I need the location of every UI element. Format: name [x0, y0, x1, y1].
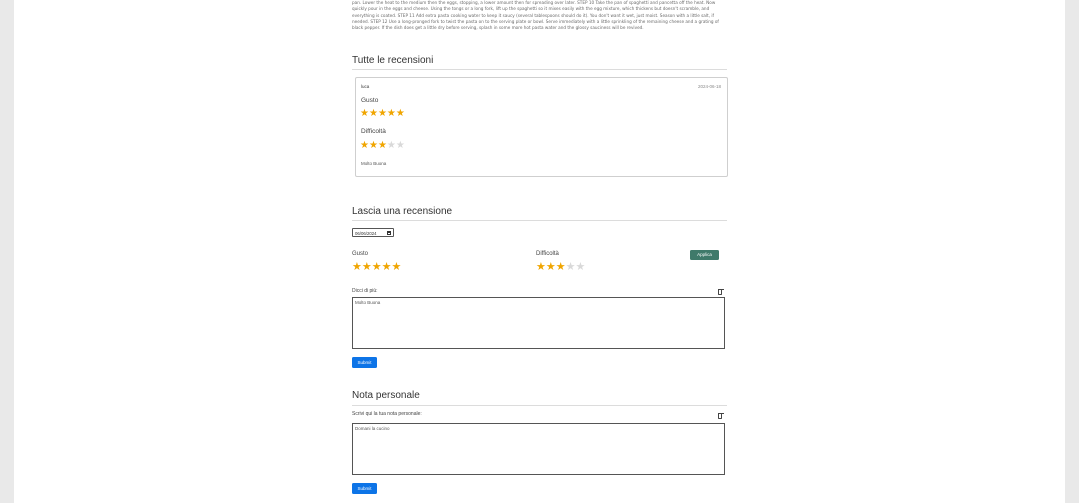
difficulty-label: Difficoltà — [536, 251, 559, 257]
star-icon: ★ — [386, 140, 396, 151]
star-icon: ★ — [360, 108, 369, 119]
trash-icon[interactable] — [718, 412, 724, 419]
star-icon[interactable]: ★ — [536, 261, 546, 273]
star-icon[interactable]: ★ — [576, 261, 586, 273]
reviews-divider — [352, 69, 727, 70]
leave-review-title: Lascia una recensione — [352, 206, 453, 217]
personal-note-label: Scrivi qui la tua nota personale: — [352, 411, 422, 417]
review-author: luca — [361, 84, 370, 89]
review-date-value: 06/06/2024 — [355, 230, 377, 236]
star-icon: ★ — [377, 108, 387, 119]
right-margin — [1065, 0, 1079, 503]
reviews-section-title: Tutte le recensioni — [352, 55, 434, 66]
recipe-steps-text: pan. Lower the heat to the medium then t… — [352, 0, 727, 38]
submit-review-button[interactable]: Submit — [352, 357, 377, 368]
apply-button[interactable]: Applica — [690, 250, 719, 260]
review-difficulty-label: Difficoltà — [361, 128, 386, 135]
star-icon: ★ — [395, 108, 405, 119]
personal-note-divider — [352, 405, 727, 406]
personal-note-text: Domani la cucino — [355, 426, 390, 431]
difficulty-star-rating[interactable]: ★★★★★ — [536, 261, 586, 273]
star-icon[interactable]: ★ — [566, 261, 576, 273]
recipe-steps-paragraph: pan. Lower the heat to the medium then t… — [352, 0, 719, 31]
comment-textarea[interactable]: Molto Buona — [352, 297, 725, 349]
review-taste-label: Gusto — [361, 97, 379, 104]
review-comment: Molto Buona — [361, 161, 387, 166]
submit-note-button[interactable]: Submit — [352, 483, 377, 494]
review-difficulty-stars: ★★★★★ — [360, 141, 405, 151]
star-icon[interactable]: ★ — [556, 261, 566, 273]
star-icon[interactable]: ★ — [382, 261, 392, 273]
left-margin — [0, 0, 14, 503]
trash-icon[interactable] — [718, 288, 724, 295]
calendar-icon[interactable] — [387, 230, 391, 235]
star-icon[interactable]: ★ — [392, 261, 402, 273]
star-icon: ★ — [368, 108, 378, 119]
taste-label: Gusto — [352, 251, 369, 257]
review-taste-stars: ★★★★★ — [360, 109, 405, 119]
review-date-input[interactable]: 06/06/2024 — [352, 228, 394, 237]
star-icon[interactable]: ★ — [546, 261, 556, 273]
comment-text: Molto Buona — [355, 300, 381, 305]
star-icon[interactable]: ★ — [352, 261, 362, 273]
star-icon: ★ — [360, 140, 369, 151]
star-icon: ★ — [395, 140, 405, 151]
star-icon[interactable]: ★ — [372, 261, 382, 273]
review-card: luca 2024-06-18 Gusto ★★★★★ Difficoltà ★… — [355, 77, 728, 177]
personal-note-title: Nota personale — [352, 390, 420, 401]
personal-note-textarea[interactable]: Domani la cucino — [352, 423, 725, 475]
taste-star-rating[interactable]: ★★★★★ — [352, 261, 402, 273]
review-date: 2024-06-18 — [697, 84, 721, 89]
star-icon: ★ — [368, 140, 378, 151]
leave-review-divider — [352, 220, 727, 221]
comment-label: Dicci di più: — [352, 288, 378, 294]
star-icon[interactable]: ★ — [362, 261, 372, 273]
star-icon: ★ — [386, 108, 396, 119]
star-icon: ★ — [377, 140, 387, 151]
